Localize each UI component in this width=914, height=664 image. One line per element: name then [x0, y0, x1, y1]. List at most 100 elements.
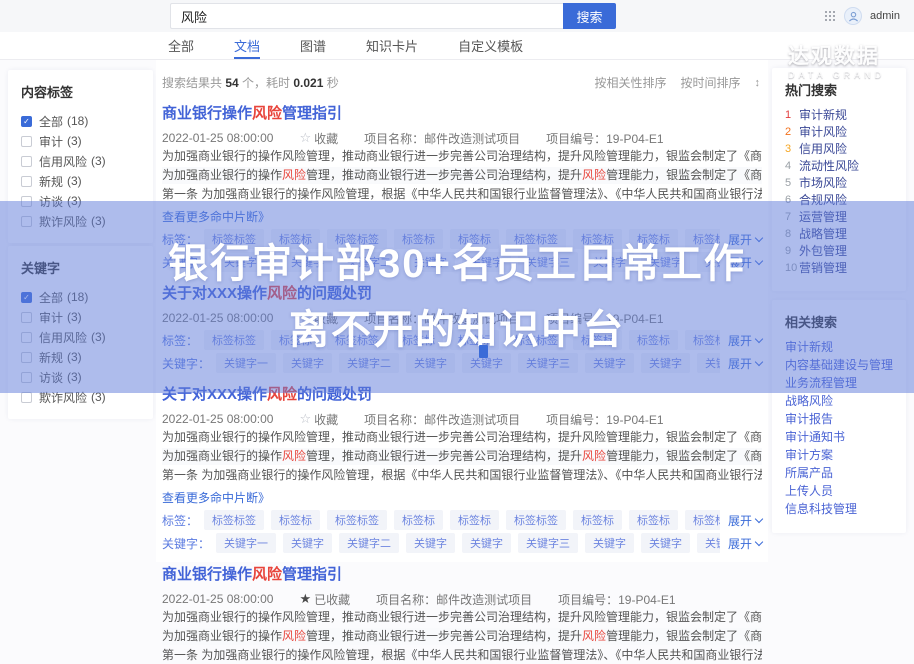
keywords-chip[interactable]: 关键字: [406, 533, 455, 553]
hot-search-item[interactable]: 8战略管理: [785, 228, 893, 240]
result-title[interactable]: 商业银行操作风险管理指引: [162, 565, 762, 585]
tags-chip[interactable]: 标签标: [629, 330, 678, 350]
keywords-chip[interactable]: 关键字: [641, 252, 690, 272]
expand-toggle[interactable]: 展开: [728, 355, 762, 372]
keywords-chip[interactable]: 关键字三: [697, 353, 720, 373]
filter-item[interactable]: ✓全部(18): [21, 111, 140, 131]
keywords-chip[interactable]: 关键字: [406, 252, 455, 272]
sort-arrows-icon[interactable]: ↕: [755, 77, 761, 89]
search-input[interactable]: [170, 3, 563, 29]
tags-chip[interactable]: 标签标: [450, 229, 499, 249]
keywords-chip[interactable]: 关键字: [641, 533, 690, 553]
hot-search-item[interactable]: 6合规风险: [785, 194, 893, 206]
checkbox-icon[interactable]: [21, 136, 32, 147]
tags-chip[interactable]: 标签标: [394, 330, 443, 350]
hot-search-item[interactable]: 5市场风险: [785, 177, 893, 189]
related-search-item[interactable]: 内容基础建设与管理: [785, 359, 893, 371]
filter-item[interactable]: 审计(3): [21, 131, 140, 151]
keywords-chip[interactable]: 关键字二: [339, 353, 399, 373]
tags-chip[interactable]: 标签标: [271, 229, 320, 249]
keywords-chip[interactable]: 关键字: [585, 353, 634, 373]
tab-0[interactable]: 全部: [168, 32, 194, 59]
result-title[interactable]: 关于对XXX操作风险的问题处罚: [162, 385, 762, 405]
favorite-button[interactable]: ★已收藏: [299, 591, 350, 608]
filter-item[interactable]: 访谈(3): [21, 367, 140, 387]
hot-search-item[interactable]: 4流动性风险: [785, 160, 893, 172]
keywords-chip[interactable]: 关键字: [462, 533, 511, 553]
keywords-chip[interactable]: 关键字三: [697, 252, 720, 272]
avatar[interactable]: [844, 7, 862, 25]
filter-item[interactable]: 访谈(3): [21, 191, 140, 211]
related-search-item[interactable]: 审计报告: [785, 413, 893, 425]
more-snippets-link[interactable]: 查看更多命中片断》: [162, 208, 762, 225]
tags-chip[interactable]: 标签标签: [327, 229, 387, 249]
hot-search-item[interactable]: 1审计新规: [785, 109, 893, 121]
tags-chip[interactable]: 标签标: [271, 510, 320, 530]
hot-search-item[interactable]: 10营销管理: [785, 262, 893, 274]
tags-chip[interactable]: 标签标签: [327, 510, 387, 530]
related-search-item[interactable]: 审计新规: [785, 341, 893, 353]
keywords-chip[interactable]: 关键字三: [697, 533, 720, 553]
tags-chip[interactable]: 标签标签: [506, 510, 566, 530]
tags-chip[interactable]: 标签标签: [685, 229, 720, 249]
checkbox-icon[interactable]: [21, 312, 32, 323]
keywords-chip[interactable]: 关键字: [283, 353, 332, 373]
filter-item[interactable]: 欺诈风险(3): [21, 387, 140, 407]
expand-toggle[interactable]: 展开: [728, 332, 762, 349]
tab-4[interactable]: 自定义模板: [458, 32, 523, 59]
tags-chip[interactable]: 标签标签: [204, 330, 264, 350]
related-search-item[interactable]: 战略风险: [785, 395, 893, 407]
tags-chip[interactable]: 标签标: [573, 510, 622, 530]
favorite-button[interactable]: ☆收藏: [299, 310, 338, 327]
favorite-button[interactable]: ☆收藏: [299, 411, 338, 428]
keywords-chip[interactable]: 关键字: [283, 533, 332, 553]
keywords-chip[interactable]: 关键字: [406, 353, 455, 373]
filter-item[interactable]: 信用风险(3): [21, 151, 140, 171]
keywords-chip[interactable]: 关键字: [462, 252, 511, 272]
tab-2[interactable]: 图谱: [300, 32, 326, 59]
related-search-item[interactable]: 审计方案: [785, 449, 893, 461]
related-search-item[interactable]: 信息科技管理: [785, 503, 893, 515]
keywords-chip[interactable]: 关键字三: [518, 533, 578, 553]
tags-chip[interactable]: 标签标: [573, 330, 622, 350]
related-search-item[interactable]: 上传人员: [785, 485, 893, 497]
tags-chip[interactable]: 标签标签: [327, 330, 387, 350]
checkbox-icon[interactable]: [21, 372, 32, 383]
tags-chip[interactable]: 标签标签: [204, 229, 264, 249]
keywords-chip[interactable]: 关键字: [585, 533, 634, 553]
checkbox-icon[interactable]: [21, 196, 32, 207]
checkbox-icon[interactable]: [21, 392, 32, 403]
filter-item[interactable]: ✓全部(18): [21, 287, 140, 307]
favorite-button[interactable]: ☆收藏: [299, 130, 338, 147]
apps-grid-icon[interactable]: [825, 11, 836, 22]
result-title[interactable]: 商业银行操作风险管理指引: [162, 104, 762, 124]
expand-toggle[interactable]: 展开: [728, 231, 762, 248]
keywords-chip[interactable]: 关键字: [585, 252, 634, 272]
keywords-chip[interactable]: 关键字三: [518, 353, 578, 373]
keywords-chip[interactable]: 关键字二: [339, 252, 399, 272]
hot-search-item[interactable]: 7运营管理: [785, 211, 893, 223]
tags-chip[interactable]: 标签标: [394, 229, 443, 249]
related-search-item[interactable]: 业务流程管理: [785, 377, 893, 389]
more-snippets-link[interactable]: 查看更多命中片断》: [162, 489, 762, 506]
keywords-chip[interactable]: 关键字: [283, 252, 332, 272]
checkbox-icon[interactable]: ✓: [21, 292, 32, 303]
hot-search-item[interactable]: 2审计风险: [785, 126, 893, 138]
hot-search-item[interactable]: 3信用风险: [785, 143, 893, 155]
filter-item[interactable]: 新规(3): [21, 171, 140, 191]
filter-item[interactable]: 审计(3): [21, 307, 140, 327]
search-button[interactable]: 搜索: [563, 3, 616, 29]
filter-item[interactable]: 新规(3): [21, 347, 140, 367]
keywords-chip[interactable]: 关键字一: [216, 353, 276, 373]
tags-chip[interactable]: 标签标: [394, 510, 443, 530]
checkbox-icon[interactable]: [21, 156, 32, 167]
related-search-item[interactable]: 审计通知书: [785, 431, 893, 443]
checkbox-icon[interactable]: [21, 176, 32, 187]
keywords-chip[interactable]: 关键字三: [518, 252, 578, 272]
tags-chip[interactable]: 标签标签: [506, 330, 566, 350]
sort-by-relevance[interactable]: 按相关性排序: [594, 74, 666, 91]
filter-item[interactable]: 信用风险(3): [21, 327, 140, 347]
sort-by-time[interactable]: 按时间排序: [680, 74, 740, 91]
tags-chip[interactable]: 标签标: [629, 510, 678, 530]
hot-search-item[interactable]: 9外包管理: [785, 245, 893, 257]
